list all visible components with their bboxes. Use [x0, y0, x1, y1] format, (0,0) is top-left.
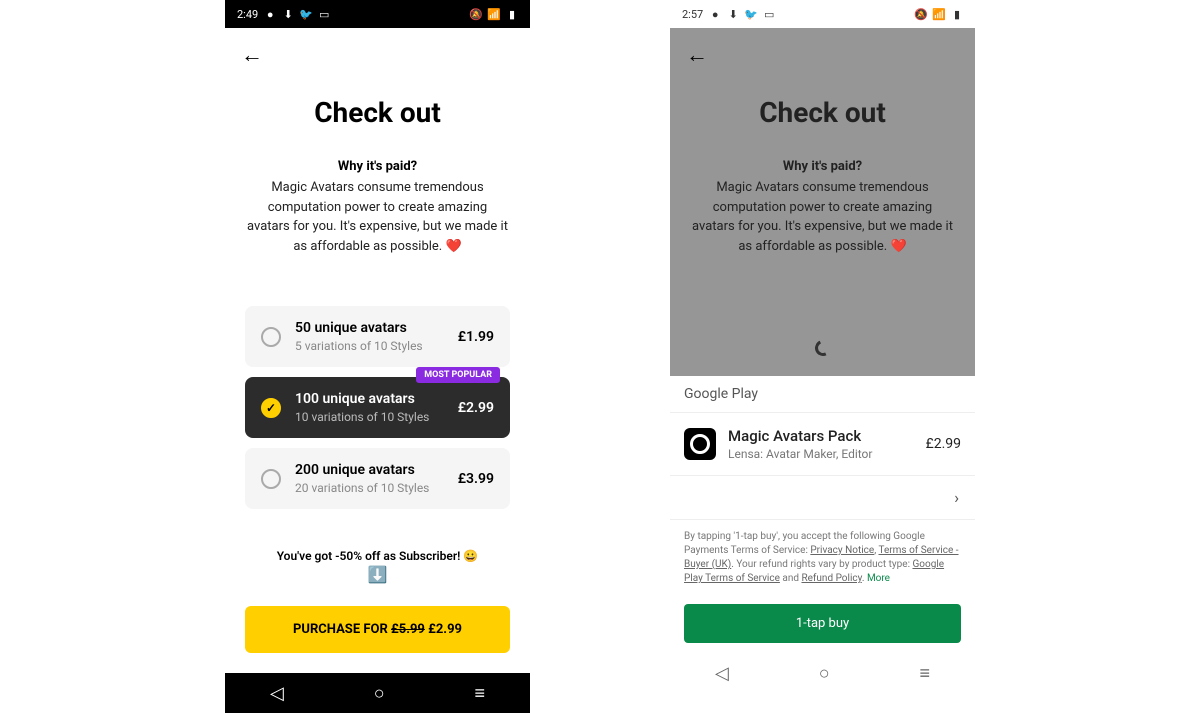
phone-right: 2:57 ● ⬇ 🐦 ▭ 🔕 📶 ▮ ← Check out Why it's …: [670, 0, 975, 713]
app-icon: ▭: [318, 8, 330, 20]
why-paid-heading: Why it's paid?: [225, 159, 530, 174]
status-bar: 2:57 ● ⬇ 🐦 ▭ 🔕 📶 ▮: [670, 0, 975, 28]
product-row: Magic Avatars Pack Lensa: Avatar Maker, …: [670, 412, 975, 475]
down-arrow-icon: ⬇️: [225, 565, 530, 584]
option-price: £2.99: [458, 400, 494, 416]
radio-unchecked-icon: [261, 469, 281, 489]
old-price: £5.99: [391, 622, 425, 637]
option-subtitle: 5 variations of 10 Styles: [295, 339, 458, 353]
back-button[interactable]: ←: [241, 42, 263, 68]
option-200[interactable]: 200 unique avatars 20 variations of 10 S…: [245, 448, 510, 509]
option-price: £1.99: [458, 329, 494, 345]
download-icon: ⬇: [727, 8, 739, 20]
new-price: £2.99: [428, 622, 462, 637]
android-nav-bar: ◁ ○ ≡: [225, 673, 530, 713]
one-tap-buy-button[interactable]: 1-tap buy: [684, 604, 961, 643]
android-nav-bar: ◁ ○ ≡: [670, 653, 975, 693]
google-play-header: Google Play: [670, 376, 975, 412]
page-title: Check out: [670, 96, 975, 129]
product-price: £2.99: [926, 436, 961, 452]
wifi-icon: 📶: [933, 8, 945, 20]
google-play-sheet: Google Play Magic Avatars Pack Lensa: Av…: [670, 376, 975, 643]
back-button[interactable]: ←: [686, 42, 708, 68]
more-link[interactable]: More: [867, 573, 890, 584]
dnd-icon: 🔕: [470, 8, 482, 20]
subscriber-note: You've got -50% off as Subscriber! 😀: [225, 549, 530, 563]
google-play-logo: Google Play: [684, 386, 758, 402]
twitter-icon: 🐦: [745, 8, 757, 20]
nav-home-icon[interactable]: ○: [819, 663, 830, 684]
heart-icon: ❤️: [890, 239, 906, 254]
option-50[interactable]: 50 unique avatars 5 variations of 10 Sty…: [245, 306, 510, 367]
page-title: Check out: [225, 96, 530, 129]
most-popular-badge: MOST POPULAR: [416, 367, 500, 383]
why-paid-heading: Why it's paid?: [670, 159, 975, 174]
option-title: 50 unique avatars: [295, 320, 458, 336]
option-100[interactable]: MOST POPULAR 100 unique avatars 10 varia…: [245, 377, 510, 438]
phone-left: 2:49 ● ⬇ 🐦 ▭ 🔕 📶 ▮ ← Check out Why it's …: [225, 0, 530, 713]
purchase-button[interactable]: PURCHASE FOR £5.99 £2.99: [245, 606, 510, 653]
radio-checked-icon: [261, 398, 281, 418]
lensa-app-icon: [684, 428, 716, 460]
why-paid-blurb: Magic Avatars consume tremendous computa…: [670, 174, 975, 256]
nav-home-icon[interactable]: ○: [374, 683, 385, 704]
chat-icon: ●: [709, 8, 721, 20]
radio-unchecked-icon: [261, 327, 281, 347]
pricing-options: 50 unique avatars 5 variations of 10 Sty…: [225, 306, 530, 509]
payment-method-expand[interactable]: ›: [670, 475, 975, 519]
refund-policy-link[interactable]: Refund Policy: [801, 573, 861, 584]
loading-spinner-icon: [812, 338, 833, 359]
download-icon: ⬇: [282, 8, 294, 20]
dimmed-background: ← Check out Why it's paid? Magic Avatars…: [670, 28, 975, 376]
dnd-icon: 🔕: [915, 8, 927, 20]
option-title: 100 unique avatars: [295, 391, 458, 407]
option-title: 200 unique avatars: [295, 462, 458, 478]
status-time: 2:57: [682, 8, 703, 21]
product-subtitle: Lensa: Avatar Maker, Editor: [728, 447, 926, 461]
chat-icon: ●: [264, 8, 276, 20]
nav-back-icon[interactable]: ◁: [715, 663, 729, 684]
heart-icon: ❤️: [445, 239, 461, 254]
nav-recent-icon[interactable]: ≡: [475, 683, 486, 704]
option-subtitle: 10 variations of 10 Styles: [295, 410, 458, 424]
app-icon: ▭: [763, 8, 775, 20]
product-title: Magic Avatars Pack: [728, 427, 926, 445]
status-time: 2:49: [237, 8, 258, 21]
twitter-icon: 🐦: [300, 8, 312, 20]
why-paid-blurb: Magic Avatars consume tremendous computa…: [225, 174, 530, 256]
option-subtitle: 20 variations of 10 Styles: [295, 481, 458, 495]
battery-icon: ▮: [506, 8, 518, 20]
nav-recent-icon[interactable]: ≡: [920, 663, 931, 684]
status-bar: 2:49 ● ⬇ 🐦 ▭ 🔕 📶 ▮: [225, 0, 530, 28]
privacy-notice-link[interactable]: Privacy Notice: [810, 545, 874, 556]
app-header: ←: [225, 28, 530, 68]
chevron-right-icon: ›: [954, 488, 959, 507]
nav-back-icon[interactable]: ◁: [270, 683, 284, 704]
wifi-icon: 📶: [488, 8, 500, 20]
battery-icon: ▮: [951, 8, 963, 20]
legal-text: By tapping '1-tap buy', you accept the f…: [670, 519, 975, 596]
option-price: £3.99: [458, 471, 494, 487]
